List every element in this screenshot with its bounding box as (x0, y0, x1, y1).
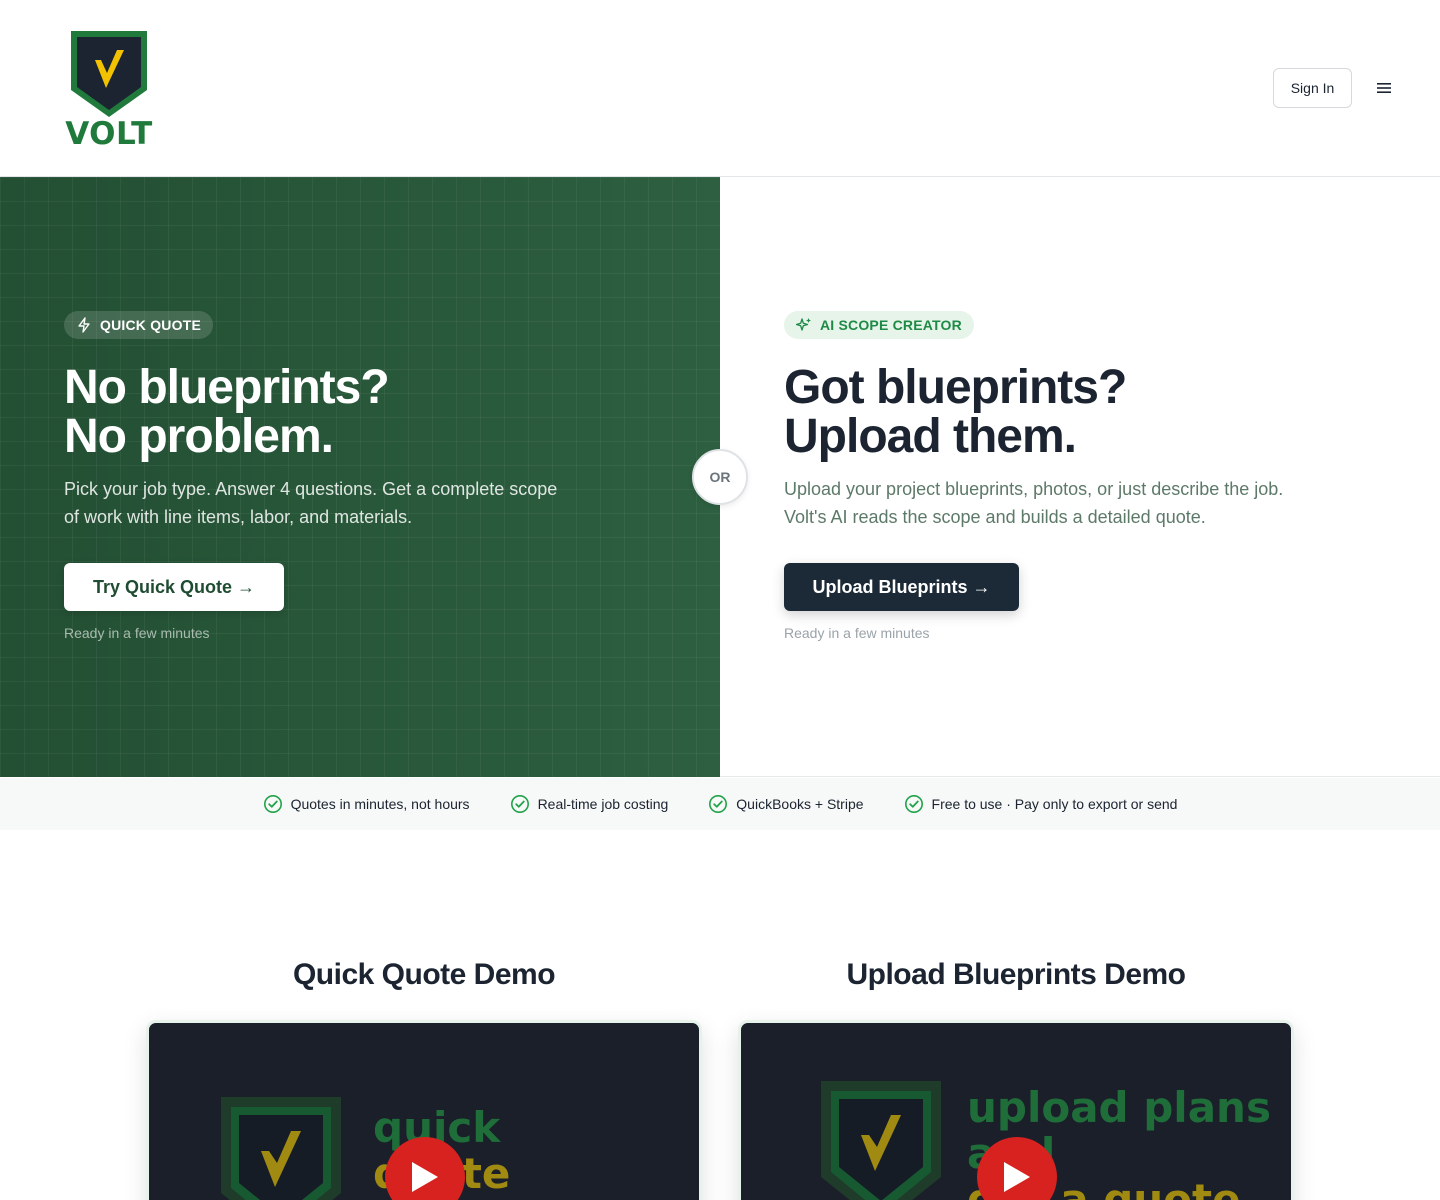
feature-item: Real-time job costing (510, 794, 669, 814)
feature-item: QuickBooks + Stripe (708, 794, 864, 814)
check-circle-icon (263, 795, 282, 813)
volt-logo[interactable]: VOLT (64, 28, 154, 152)
check-circle-icon (709, 795, 728, 813)
subtitle-line: Pick your job type. Answer 4 questions. … (64, 479, 558, 499)
subtitle-line: Volt's AI reads the scope and builds a d… (784, 507, 1206, 527)
ai-scope-panel: AI SCOPE CREATOR Got blueprints? Upload … (720, 177, 1440, 777)
video-text: upload plans (967, 1083, 1271, 1132)
feature-label: Free to use · Pay only to export or send (931, 796, 1178, 812)
feature-item: Free to use · Pay only to export or send (904, 794, 1178, 814)
quick-quote-demo-title: Quick Quote Demo (292, 958, 556, 991)
shield-logo-icon (71, 31, 147, 117)
subtitle-line: of work with line items, labor, and mate… (64, 507, 413, 527)
check-circle-icon (904, 795, 923, 813)
ai-scope-badge: AI SCOPE CREATOR (784, 311, 974, 339)
upload-blueprints-button[interactable]: Upload Blueprints → (784, 563, 1019, 611)
or-divider-badge: OR (692, 449, 748, 505)
hamburger-menu-icon[interactable] (1372, 76, 1396, 100)
play-icon (1004, 1162, 1030, 1192)
feature-item: Quotes in minutes, not hours (263, 794, 470, 814)
upload-blueprints-demo-title: Upload Blueprints Demo (846, 958, 1186, 991)
play-icon (412, 1162, 438, 1192)
lightning-icon (78, 317, 90, 333)
sparkles-icon (796, 318, 811, 331)
badge-label: QUICK QUOTE (100, 317, 201, 333)
sign-in-button[interactable]: Sign In (1273, 68, 1352, 108)
try-quick-quote-button[interactable]: Try Quick Quote → (64, 563, 284, 611)
badge-label: AI SCOPE CREATOR (820, 317, 962, 333)
hero-right-title: Got blueprints? Upload them. (784, 361, 1127, 463)
features-strip: Quotes in minutes, not hours Real-time j… (0, 778, 1440, 830)
shield-logo-icon (221, 1097, 341, 1200)
feature-label: QuickBooks + Stripe (736, 796, 864, 812)
logo-wordmark: VOLT (65, 116, 153, 152)
site-header: VOLT Sign In (0, 0, 1440, 177)
ready-note: Ready in a few minutes (64, 625, 210, 641)
quick-quote-demo-video[interactable]: quick quote (146, 1020, 702, 1200)
ready-note: Ready in a few minutes (784, 625, 930, 641)
hero-right-subtitle: Upload your project blueprints, photos, … (784, 475, 1304, 531)
hero-left-subtitle: Pick your job type. Answer 4 questions. … (64, 475, 584, 531)
feature-label: Real-time job costing (537, 796, 669, 812)
title-line: Got blueprints? (784, 361, 1127, 414)
quick-quote-panel: QUICK QUOTE No blueprints? No problem. P… (0, 177, 720, 777)
title-line: No blueprints? (64, 361, 390, 414)
check-circle-icon (510, 795, 529, 813)
hero-left-title: No blueprints? No problem. (64, 361, 390, 463)
feature-label: Quotes in minutes, not hours (290, 796, 470, 812)
title-line: Upload them. (784, 410, 1077, 463)
subtitle-line: Upload your project blueprints, photos, … (784, 479, 1284, 499)
upload-blueprints-demo-video[interactable]: upload plans and get a quote (738, 1020, 1294, 1200)
shield-logo-icon (821, 1081, 941, 1200)
title-line: No problem. (64, 410, 334, 463)
quick-quote-badge: QUICK QUOTE (64, 311, 213, 339)
